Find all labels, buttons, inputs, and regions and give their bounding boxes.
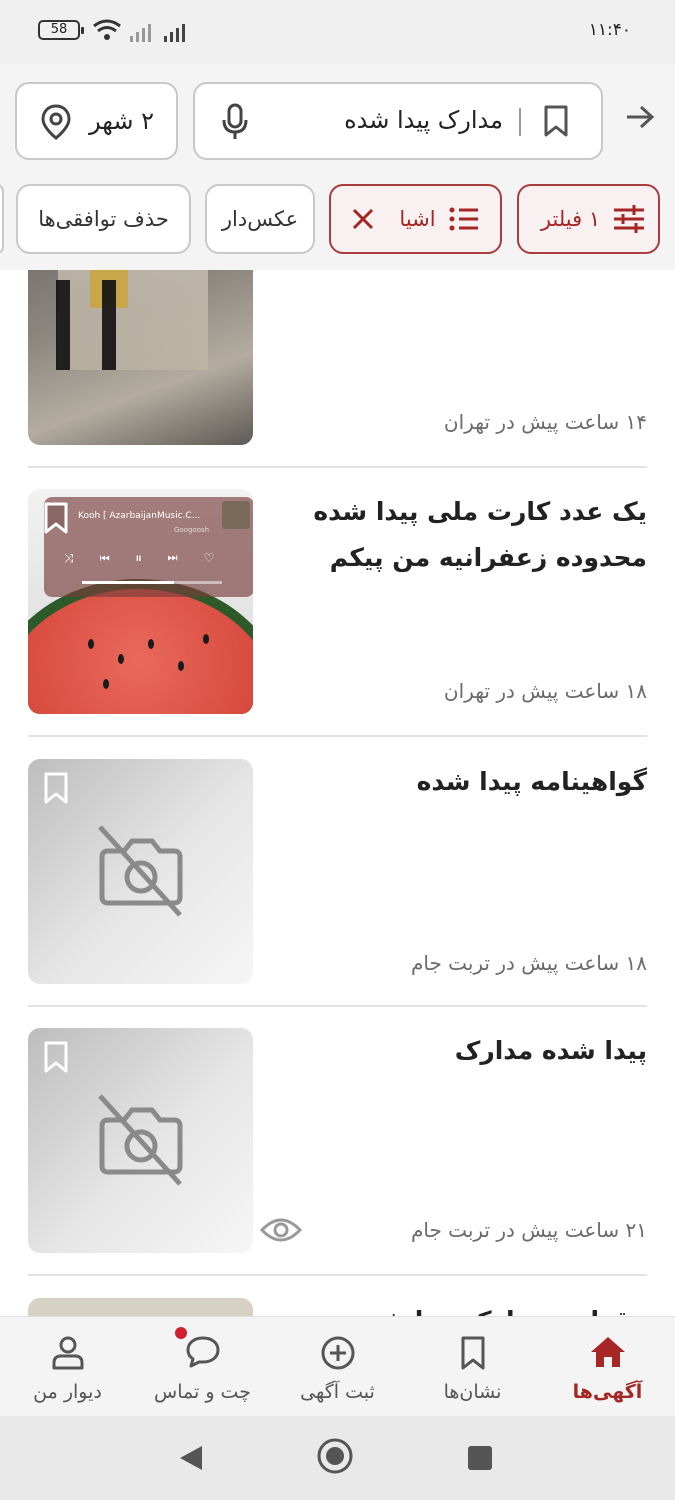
category-chip[interactable]: اشیا — [329, 184, 502, 254]
divider — [28, 735, 647, 737]
nav-bookmarks-label: نشان‌ها — [443, 1381, 502, 1403]
listing-meta: ۲۱ ساعت پیش در تربت جام — [410, 1218, 647, 1242]
listing-title: پیدا شده مدارک — [454, 1036, 647, 1065]
search-box[interactable]: مدارک پیدا شده — [193, 82, 603, 160]
listing-photo-placeholder — [28, 759, 253, 984]
arrow-right-icon[interactable] — [625, 104, 655, 130]
back-triangle-icon[interactable] — [178, 1444, 204, 1472]
divider — [28, 1005, 647, 1007]
search-query[interactable]: مدارک پیدا شده — [344, 106, 503, 134]
remove-negotiable-chip-label: حذف توافقی‌ها — [38, 207, 169, 231]
category-chip-label: اشیا — [399, 207, 436, 231]
system-navigation-bar — [0, 1416, 675, 1500]
nav-post-ad[interactable]: ثبت آگهی — [270, 1317, 405, 1417]
filter-chip-label: ۱ فیلتر — [540, 207, 601, 231]
listing-title: یک عدد کارت ملی پیدا شده محدوده زعفرانیه… — [313, 497, 647, 572]
nav-chat-label: چت و تماس — [154, 1381, 251, 1403]
divider — [28, 1274, 647, 1276]
notification-dot — [175, 1327, 187, 1339]
listing-photo — [28, 270, 253, 445]
listing-photo — [28, 1298, 253, 1316]
recent-apps-icon[interactable] — [468, 1446, 492, 1470]
filter-sliders-icon — [614, 205, 645, 233]
chat-icon — [186, 1336, 219, 1368]
nav-my-divar-label: دیوار من — [33, 1381, 102, 1403]
music-progress — [82, 581, 222, 584]
bookmark-icon — [461, 1336, 484, 1370]
clock: ۱۱:۴۰ — [588, 20, 631, 40]
remove-negotiable-chip[interactable]: حذف توافقی‌ها — [16, 184, 191, 254]
music-controls: ⤨⏮⏸⏭♡ — [64, 551, 241, 565]
eye-icon — [260, 1218, 302, 1242]
microphone-icon[interactable] — [221, 103, 249, 141]
city-selector-label: ۲ شهر — [89, 107, 154, 135]
nav-ads-label: آگهی‌ها — [572, 1381, 643, 1403]
search-divider — [519, 108, 521, 136]
listing-title: مقداری مدارک پیدا شده — [287, 1298, 647, 1316]
no-image-icon — [98, 1094, 183, 1186]
add-circle-icon — [321, 1336, 354, 1370]
listing-photo: Kooh [ AzarbaijanMusic.C... Googoosh ⤨⏮⏸… — [28, 489, 253, 714]
listing-meta: ۱۸ ساعت پیش در تهران — [443, 679, 647, 703]
close-icon[interactable] — [351, 207, 375, 231]
filter-chip[interactable]: ۱ فیلتر — [517, 184, 660, 254]
photo-only-chip[interactable]: عکس‌دار — [205, 184, 315, 254]
list-icon — [449, 207, 478, 231]
home-circle-icon[interactable] — [316, 1437, 354, 1475]
nav-post-ad-label: ثبت آگهی — [300, 1381, 375, 1403]
city-selector-button[interactable]: ۲ شهر — [15, 82, 178, 160]
user-icon — [52, 1336, 83, 1370]
location-pin-icon — [41, 104, 71, 140]
listing-title: گواهینامه پیدا شده — [416, 767, 647, 796]
no-image-icon — [98, 825, 183, 917]
listing-meta: ۱۴ ساعت پیش در تهران — [443, 410, 647, 434]
bookmark-icon[interactable] — [42, 771, 70, 805]
nav-ads[interactable]: آگهی‌ها — [540, 1317, 675, 1417]
bottom-navigation: آگهی‌ها نشان‌ها ثبت آگهی چت و تماس دیوار… — [0, 1316, 675, 1416]
home-icon — [590, 1337, 625, 1367]
nav-chat[interactable]: چت و تماس — [135, 1317, 270, 1417]
music-track-title: Kooh [ AzarbaijanMusic.C... — [78, 511, 201, 521]
music-player-overlay: Kooh [ AzarbaijanMusic.C... Googoosh ⤨⏮⏸… — [44, 497, 253, 597]
bookmark-icon[interactable] — [42, 1040, 70, 1074]
status-bar: 58 ۱۱:۴۰ — [0, 0, 675, 64]
nav-bookmarks[interactable]: نشان‌ها — [405, 1317, 540, 1417]
listing-feed: ۱۴ ساعت پیش در تهران Kooh [ AzarbaijanMu… — [0, 270, 675, 1316]
album-art — [222, 501, 250, 529]
bookmark-search-icon[interactable] — [543, 104, 569, 138]
bookmark-icon[interactable] — [42, 501, 70, 535]
divider — [28, 466, 647, 468]
signal-icons — [93, 19, 185, 42]
battery-indicator: 58 — [38, 20, 84, 40]
nav-my-divar[interactable]: دیوار من — [0, 1317, 135, 1417]
search-header: ۲ شهر مدارک پیدا شده ۱ فیلت — [0, 64, 675, 270]
photo-only-chip-label: عکس‌دار — [221, 207, 299, 231]
music-artist: Googoosh — [174, 526, 210, 534]
more-chip[interactable] — [0, 184, 4, 254]
listing-photo-placeholder — [28, 1028, 253, 1253]
listing-meta: ۱۸ ساعت پیش در تربت جام — [410, 951, 647, 975]
